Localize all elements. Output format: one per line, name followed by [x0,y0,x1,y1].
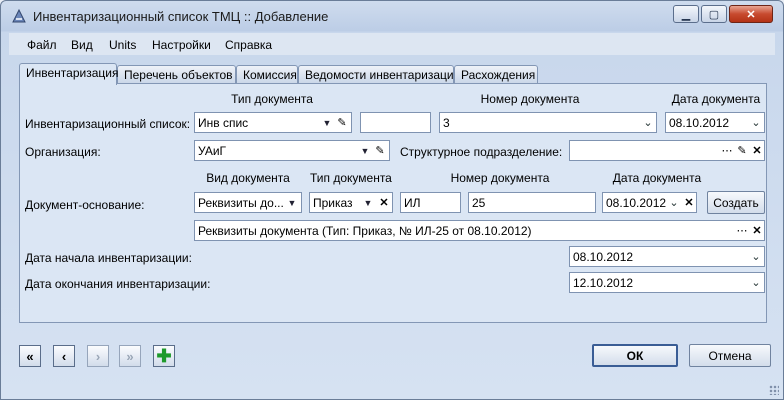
start-date-value: 08.10.2012 [573,250,634,264]
tab-commission[interactable]: Комиссия [236,65,298,84]
base-type-value: Приказ [313,196,353,210]
close-button[interactable]: ✕ [729,5,773,23]
menu-view[interactable]: Вид [71,38,93,52]
minimize-button[interactable]: ▁ [673,5,699,23]
base-date-value: 08.10.2012 [606,196,667,210]
chevron-down-icon[interactable]: ⌄ [749,275,763,290]
clear-icon[interactable]: ✕ [750,143,764,158]
chevron-down-icon[interactable]: ⌄ [667,195,681,210]
ellipsis-icon[interactable]: ⋯ [735,223,749,238]
minimize-icon: ▁ [681,8,691,21]
maximize-button[interactable]: ▢ [701,5,727,23]
cancel-button[interactable]: Отмена [689,344,771,367]
base-kind-value: Реквизиты до... [198,196,284,210]
dropdown-arrow-icon[interactable]: ▼ [320,115,334,130]
ellipsis-icon[interactable]: ⋯ [720,143,734,158]
end-date-value: 12.10.2012 [573,276,634,290]
app-icon [12,8,26,23]
add-icon: ✚ [156,345,172,366]
doc-date-value: 08.10.2012 [669,116,730,130]
tab-discrepancies[interactable]: Расхождения [454,65,538,84]
next-record-button[interactable]: › [87,345,109,367]
base-summary-field[interactable]: Реквизиты документа (Тип: Приказ, № ИЛ-2… [194,220,765,241]
doc-date-field[interactable]: 08.10.2012 ⌄ [665,112,765,133]
menu-help[interactable]: Справка [225,38,272,52]
title-bar: Инвентаризационный список ТМЦ :: Добавле… [1,1,783,31]
header-base-kind: Вид документа [206,171,290,185]
next-record-icon: › [95,348,101,364]
org-select[interactable]: УАиГ ▼ ✎ [194,140,390,161]
clear-icon[interactable]: ✕ [377,195,391,210]
label-inv-list: Инвентаризационный список: [25,117,191,131]
first-record-button[interactable]: « [19,345,41,367]
last-record-button[interactable]: » [119,345,141,367]
tab-inventory[interactable]: Инвентаризация [19,63,118,85]
base-prefix-input[interactable]: ИЛ [400,192,461,213]
label-start-date: Дата начала инвентаризации: [25,251,192,265]
base-type-select[interactable]: Приказ ▼ ✕ [309,192,393,213]
label-base-doc: Документ-основание: [25,198,145,212]
base-date-field[interactable]: 08.10.2012 ⌄ ✕ [602,192,697,213]
close-icon: ✕ [746,8,756,21]
main-window: Инвентаризационный список ТМЦ :: Добавле… [0,0,784,400]
subdivision-field[interactable]: ⋯ ✎ ✕ [569,140,765,161]
end-date-field[interactable]: 12.10.2012 ⌄ [569,272,765,293]
tab-statements[interactable]: Ведомости инвентаризации [298,65,460,84]
menu-units[interactable]: Units [109,38,136,52]
base-number-input[interactable]: 25 [468,192,596,213]
last-record-icon: » [126,348,134,364]
first-record-icon: « [26,348,34,364]
dropdown-arrow-icon[interactable]: ▼ [361,195,375,210]
menu-bar: Файл Вид Units Настройки Справка [9,33,775,55]
header-base-number: Номер документа [450,171,550,185]
dropdown-arrow-icon[interactable]: ▼ [358,143,372,158]
org-value: УАиГ [198,144,227,158]
label-end-date: Дата окончания инвентаризации: [25,277,211,291]
header-base-date: Дата документа [612,171,702,185]
chevron-down-icon[interactable]: ⌄ [641,115,655,130]
dropdown-arrow-icon[interactable]: ▼ [285,195,299,210]
chevron-down-icon[interactable]: ⌄ [749,115,763,130]
doc-number-value: 3 [443,116,450,130]
inventory-panel: Тип документа Номер документа Дата докум… [19,83,767,323]
ok-button[interactable]: ОК [592,344,678,367]
clear-icon[interactable]: ✕ [682,195,696,210]
header-doc-date: Дата документа [671,92,761,106]
header-doc-number: Номер документа [480,92,580,106]
prev-record-icon: ‹ [61,348,67,364]
clear-icon[interactable]: ✕ [750,223,764,238]
maximize-icon: ▢ [708,8,720,21]
create-button[interactable]: Создать [707,191,765,214]
doc-prefix-input[interactable] [360,112,431,133]
base-kind-select[interactable]: Реквизиты до... ▼ [194,192,302,213]
base-summary-value: Реквизиты документа (Тип: Приказ, № ИЛ-2… [198,224,532,238]
pick-icon[interactable]: ✎ [373,143,387,158]
header-doc-type: Тип документа [231,92,313,106]
add-record-button[interactable]: ✚ [153,345,175,367]
doc-type-select[interactable]: Инв спис ▼ ✎ [194,112,352,133]
doc-number-select[interactable]: 3 ⌄ [439,112,657,133]
label-subdivision: Структурное подразделение: [400,145,563,159]
start-date-field[interactable]: 08.10.2012 ⌄ [569,246,765,267]
chevron-down-icon[interactable]: ⌄ [749,249,763,264]
doc-type-value: Инв спис [198,116,249,130]
tab-objects[interactable]: Перечень объектов [117,65,236,84]
label-org: Организация: [25,145,101,159]
menu-settings[interactable]: Настройки [152,38,211,52]
header-base-type: Тип документа [310,171,392,185]
window-title: Инвентаризационный список ТМЦ :: Добавле… [33,9,329,24]
resize-grip[interactable] [769,385,779,395]
pick-icon[interactable]: ✎ [735,143,749,158]
menu-file[interactable]: Файл [27,38,57,52]
prev-record-button[interactable]: ‹ [53,345,75,367]
pick-icon[interactable]: ✎ [335,115,349,130]
